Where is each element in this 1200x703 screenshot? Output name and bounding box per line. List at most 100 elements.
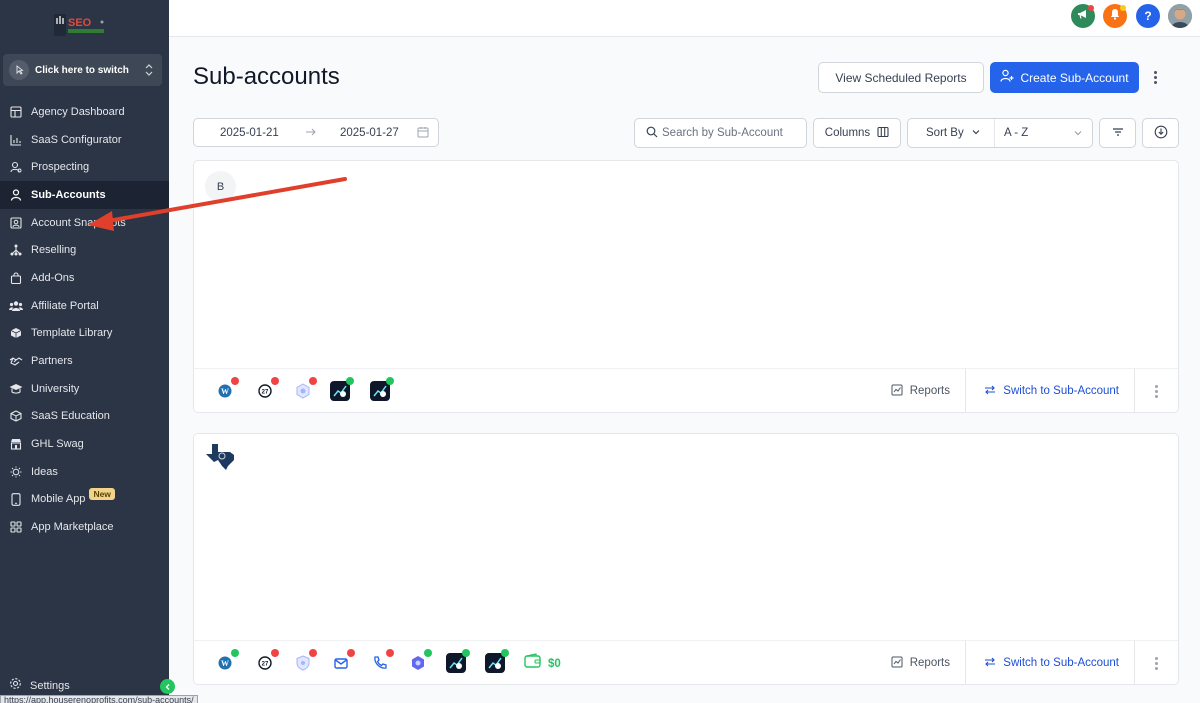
filter-icon — [1112, 126, 1124, 141]
calendar-icon — [417, 126, 429, 141]
notifications-button[interactable] — [1103, 4, 1127, 28]
switch-to-sub-account-button[interactable]: Switch to Sub-Account — [984, 369, 1119, 413]
wordpress-icon[interactable]: W — [215, 649, 239, 673]
date-range-picker[interactable]: 2025-01-21 2025-01-27 — [193, 118, 439, 147]
swap-arrows-icon — [984, 656, 996, 671]
sort-divider — [994, 119, 995, 147]
sidebar-item-agency-dashboard[interactable]: Agency Dashboard — [0, 98, 169, 126]
sidebar-item-app-marketplace[interactable]: App Marketplace — [0, 513, 169, 541]
lightbulb-icon — [9, 465, 23, 479]
analytics-icon[interactable] — [330, 377, 354, 401]
search-icon — [646, 126, 658, 141]
reports-label: Reports — [909, 657, 950, 669]
card-more-button[interactable] — [1148, 651, 1164, 675]
header-more-button[interactable] — [1147, 65, 1163, 89]
chevron-down-icon — [1073, 128, 1083, 141]
texas-logo — [204, 442, 236, 475]
phone-call-icon[interactable] — [370, 649, 394, 673]
reports-button[interactable]: Reports — [891, 641, 950, 685]
page-title: Sub-accounts — [193, 63, 340, 90]
avatar[interactable] — [1168, 4, 1192, 28]
reputation-icon[interactable]: 27 — [255, 377, 279, 401]
sidebar-item-university[interactable]: University — [0, 375, 169, 403]
sidebar-item-sub-accounts[interactable]: Sub-Accounts — [0, 181, 169, 209]
view-scheduled-reports-button[interactable]: View Scheduled Reports — [818, 62, 984, 93]
sidebar-item-affiliate-portal[interactable]: Affiliate Portal — [0, 292, 169, 320]
new-badge: New — [89, 488, 115, 501]
help-button[interactable]: ? — [1136, 4, 1160, 28]
shield-icon[interactable] — [293, 649, 317, 673]
sidebar-item-label: Agency Dashboard — [31, 105, 125, 118]
sort-control[interactable]: Sort By A - Z — [907, 118, 1093, 148]
snapshot-icon — [9, 216, 23, 230]
store-icon — [9, 437, 23, 451]
announcement-button[interactable] — [1071, 4, 1095, 28]
sidebar: SEO Click here to switch Agency Dashboar… — [0, 0, 169, 703]
wallet-balance[interactable]: $0 — [524, 653, 561, 674]
email-icon[interactable] — [331, 649, 355, 673]
sidebar-item-saas-education[interactable]: SaaS Education — [0, 403, 169, 431]
wordpress-icon[interactable]: W — [215, 377, 239, 401]
sidebar-item-partners[interactable]: Partners — [0, 347, 169, 375]
download-button[interactable] — [1142, 118, 1179, 148]
users-icon — [9, 299, 23, 313]
account-switcher[interactable]: Click here to switch — [3, 54, 162, 86]
error-status-icon — [309, 377, 317, 385]
arrow-right-icon — [305, 126, 317, 141]
top-bar: ? — [169, 0, 1200, 37]
search-placeholder: Search by Sub-Account — [662, 127, 783, 139]
swap-arrows-icon — [984, 384, 996, 399]
svg-text:27: 27 — [262, 662, 269, 668]
footer-divider — [1134, 641, 1135, 685]
sidebar-item-label: SaaS Configurator — [31, 133, 122, 146]
analytics-icon[interactable] — [370, 377, 394, 401]
bell-icon — [1109, 7, 1121, 25]
footer-divider — [1134, 369, 1135, 413]
sidebar-item-label: Partners — [31, 355, 73, 368]
analytics-icon[interactable] — [446, 649, 470, 673]
reports-label: Reports — [909, 385, 950, 397]
filter-button[interactable] — [1099, 118, 1136, 148]
integration-icon[interactable] — [293, 377, 317, 401]
sidebar-item-ideas[interactable]: Ideas — [0, 458, 169, 486]
svg-text:SEO: SEO — [68, 17, 92, 29]
create-sub-account-button[interactable]: Create Sub-Account — [990, 62, 1139, 93]
sidebar-item-template-library[interactable]: Template Library — [0, 320, 169, 348]
user-icon — [9, 188, 23, 202]
switch-to-sub-account-button[interactable]: Switch to Sub-Account — [984, 641, 1119, 685]
sidebar-item-mobile-app[interactable]: Mobile App New — [0, 486, 169, 514]
sidebar-item-account-snapshots[interactable]: Account Snapshots — [0, 209, 169, 237]
card-more-button[interactable] — [1148, 379, 1164, 403]
sidebar-item-label: Account Snapshots — [31, 216, 126, 229]
sidebar-item-ghl-swag[interactable]: GHL Swag — [0, 430, 169, 458]
download-icon — [1154, 125, 1168, 142]
reputation-icon[interactable]: 27 — [255, 649, 279, 673]
search-sub-account-input[interactable]: Search by Sub-Account — [634, 118, 807, 148]
sub-account-avatar: B — [205, 171, 236, 202]
sidebar-item-prospecting[interactable]: Prospecting — [0, 153, 169, 181]
sidebar-item-label: Sub-Accounts — [31, 188, 106, 201]
success-status-icon — [424, 649, 432, 657]
error-status-icon — [271, 649, 279, 657]
analytics-icon[interactable] — [485, 649, 509, 673]
sort-value[interactable]: A - Z — [1004, 127, 1028, 139]
footer-divider — [965, 641, 966, 685]
columns-button[interactable]: Columns — [813, 118, 901, 148]
agency-logo[interactable]: SEO — [52, 12, 110, 40]
reports-button[interactable]: Reports — [891, 369, 950, 413]
grid-icon — [9, 520, 23, 534]
footer-divider — [965, 369, 966, 413]
collapse-sidebar-button[interactable] — [160, 679, 175, 694]
box-icon — [9, 409, 23, 423]
success-status-icon — [346, 377, 354, 385]
card-footer: W 27 Reports Switch to Sub-Account — [194, 368, 1178, 413]
sidebar-item-reselling[interactable]: Reselling — [0, 236, 169, 264]
sidebar-item-saas-configurator[interactable]: SaaS Configurator — [0, 126, 169, 154]
notification-dot — [1088, 5, 1094, 11]
error-status-icon — [271, 377, 279, 385]
integration-icon[interactable] — [408, 649, 432, 673]
svg-text:27: 27 — [262, 390, 269, 396]
sidebar-item-add-ons[interactable]: Add-Ons — [0, 264, 169, 292]
sidebar-item-settings[interactable]: Settings — [9, 677, 70, 695]
sidebar-item-label: GHL Swag — [31, 438, 84, 451]
